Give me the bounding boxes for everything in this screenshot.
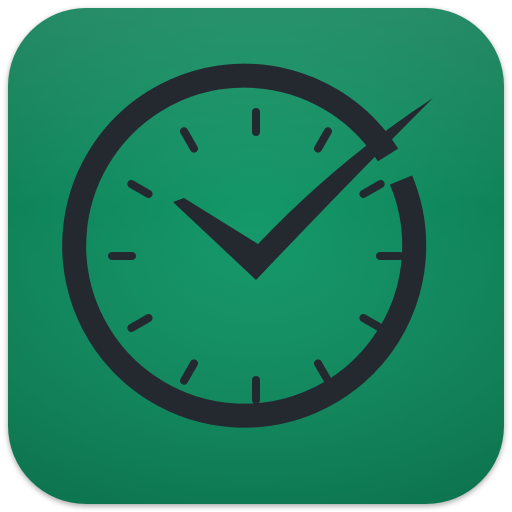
app-icon-canvas [0, 0, 512, 512]
app-icon[interactable] [8, 8, 504, 504]
clock-check-icon [8, 8, 504, 504]
